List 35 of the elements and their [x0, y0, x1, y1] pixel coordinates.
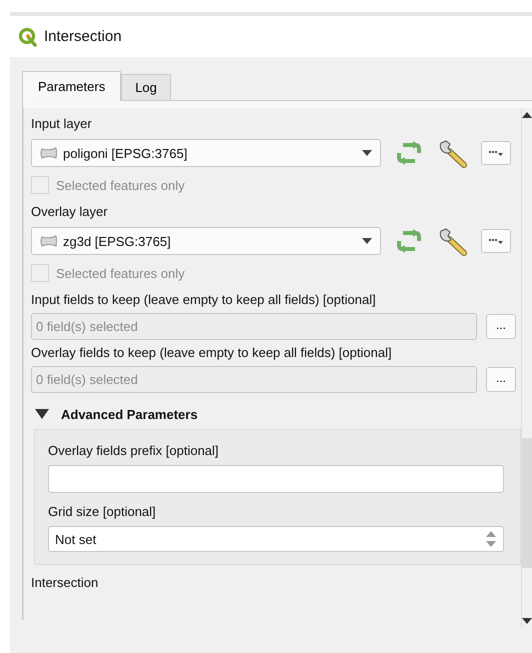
section-title[interactable]: Advanced Parameters — [61, 406, 198, 422]
caret-icon — [362, 150, 372, 156]
field-label: Overlay fields to keep (leave empty to keep all fields) [optional] — [31, 344, 393, 362]
spin-box[interactable]: Not set — [48, 526, 504, 552]
tab[interactable]: Parameters — [22, 71, 122, 101]
field-label: Input fields to keep (leave empty to keep all fields) [optional] — [31, 291, 377, 309]
checkbox-label: Selected features only — [56, 178, 185, 192]
caret-icon — [362, 238, 372, 244]
select-button[interactable]: ... — [486, 367, 516, 392]
refresh-icon[interactable] — [395, 140, 423, 166]
field-label: Overlay layer — [31, 203, 109, 221]
scroll-up-icon[interactable] — [522, 112, 532, 118]
field-label: Grid size [optional] — [48, 503, 157, 521]
more-icon — [488, 149, 504, 157]
collapse-triangle-icon[interactable] — [35, 409, 49, 419]
algorithm-name: Intersection — [31, 575, 100, 592]
options-button[interactable] — [481, 141, 511, 165]
polygon-icon — [40, 234, 58, 248]
spinner-arrows-icon[interactable] — [485, 529, 497, 549]
logo-icon — [18, 26, 38, 46]
scroll-down-icon[interactable] — [522, 618, 532, 624]
scrollbar[interactable] — [521, 108, 532, 628]
select-button[interactable]: ... — [486, 314, 516, 339]
refresh-icon[interactable] — [395, 228, 423, 254]
layer-dropdown[interactable]: zg3d [EPSG:3765] — [31, 227, 381, 255]
checkbox-label: Selected features only — [56, 266, 185, 280]
field-label: Overlay fields prefix [optional] — [48, 442, 220, 460]
options-button[interactable] — [481, 229, 511, 253]
window-title: Intersection — [44, 28, 122, 45]
input-field[interactable] — [48, 465, 504, 493]
tab[interactable]: Log — [121, 74, 171, 100]
polygon-icon — [40, 146, 58, 160]
more-icon — [488, 237, 504, 245]
field-label: Input layer — [31, 115, 93, 133]
layer-dropdown[interactable]: poligoni [EPSG:3765] — [31, 139, 381, 167]
